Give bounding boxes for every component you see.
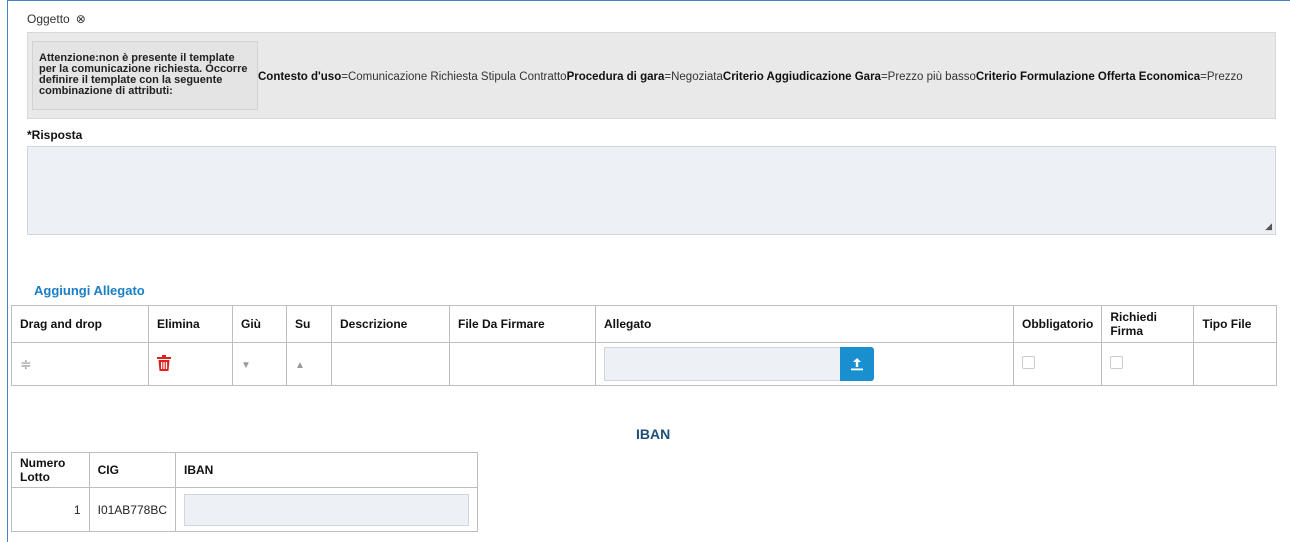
- attachments-table: Drag and drop Elimina Giù Su Descrizione…: [11, 305, 1277, 386]
- attr-value: Prezzo più basso: [887, 71, 976, 83]
- attr-key: Criterio Formulazione Offerta Economica: [975, 71, 1201, 83]
- resize-grip-icon[interactable]: ◢: [1265, 221, 1272, 232]
- col-header: Su: [286, 305, 332, 343]
- template-info-box: Attenzione:non è presente il template pe…: [27, 32, 1276, 119]
- tipo-file-cell: [1193, 342, 1277, 386]
- allegato-file-field[interactable]: [604, 347, 840, 381]
- attr-key: Criterio Aggiudicazione Gara: [722, 71, 881, 83]
- lotto-cell: 1: [11, 487, 90, 532]
- col-header: Giù: [232, 305, 287, 343]
- iban-input-cell: [175, 487, 478, 532]
- iban-section-title: IBAN: [636, 426, 671, 442]
- delete-cell: [148, 342, 233, 386]
- drag-cell: ≑: [11, 342, 149, 386]
- attr-key: Procedura di gara: [566, 71, 665, 83]
- col-header: Obbligatorio: [1012, 305, 1103, 343]
- obbligatorio-checkbox[interactable]: [1022, 356, 1035, 369]
- col-header: Richiedi Firma: [1101, 305, 1195, 343]
- risposta-label: *Risposta: [27, 128, 83, 142]
- attr-key: Contesto d'uso: [258, 71, 342, 83]
- attribute-combination: Contesto d'uso=Comunicazione Richiesta S…: [258, 71, 1243, 83]
- add-attachment-link[interactable]: Aggiungi Allegato: [34, 283, 145, 298]
- col-header: Tipo File: [1193, 305, 1277, 343]
- attachment-row: ≑ ▼ ▲: [11, 342, 1277, 386]
- attr-value: Comunicazione Richiesta Stipula Contratt…: [347, 71, 567, 83]
- close-circle-icon[interactable]: ⊗: [76, 12, 86, 26]
- iban-input[interactable]: [184, 493, 469, 526]
- allegato-cell: [595, 342, 1014, 386]
- richiedi-firma-cell: [1101, 342, 1195, 386]
- oggetto-label: Oggetto: [27, 12, 70, 26]
- col-header: CIG: [88, 452, 177, 488]
- move-up-cell: ▲: [286, 342, 332, 386]
- trash-icon[interactable]: [157, 354, 171, 371]
- iban-header-row: Numero Lotto CIG IBAN: [11, 452, 478, 488]
- col-header: Elimina: [148, 305, 233, 343]
- col-header: Numero Lotto: [11, 452, 90, 488]
- col-header: Drag and drop: [11, 305, 149, 343]
- cig-cell: I01AB778BC: [88, 487, 177, 532]
- obbligatorio-cell: [1012, 342, 1103, 386]
- move-up-icon[interactable]: ▲: [295, 360, 305, 371]
- col-header: File Da Firmare: [449, 305, 596, 343]
- frame-left-border: [7, 0, 8, 542]
- frame-top-border: [8, 0, 1290, 1]
- col-header: IBAN: [175, 452, 478, 488]
- descrizione-cell: [331, 342, 450, 386]
- attachments-header-row: Drag and drop Elimina Giù Su Descrizione…: [11, 305, 1277, 343]
- drag-handle-icon[interactable]: ≑: [20, 356, 32, 372]
- move-down-cell: ▼: [232, 342, 287, 386]
- file-da-firmare-cell: [449, 342, 596, 386]
- move-down-icon[interactable]: ▼: [241, 360, 251, 371]
- col-header: Descrizione: [331, 305, 450, 343]
- richiedi-firma-checkbox[interactable]: [1110, 356, 1124, 369]
- iban-table: Numero Lotto CIG IBAN 1 I01AB778BC: [11, 452, 478, 532]
- upload-icon: [851, 358, 863, 371]
- col-header: Allegato: [595, 305, 1014, 343]
- iban-row: 1 I01AB778BC: [11, 487, 478, 532]
- attr-value: Prezzo: [1206, 71, 1243, 83]
- upload-control: [604, 347, 1005, 381]
- attr-value: Negoziata: [671, 71, 723, 83]
- upload-button[interactable]: [840, 347, 874, 381]
- risposta-textarea[interactable]: ◢: [27, 146, 1276, 235]
- oggetto-header: Oggetto ⊗: [27, 12, 86, 26]
- template-warning: Attenzione:non è presente il template pe…: [32, 41, 258, 110]
